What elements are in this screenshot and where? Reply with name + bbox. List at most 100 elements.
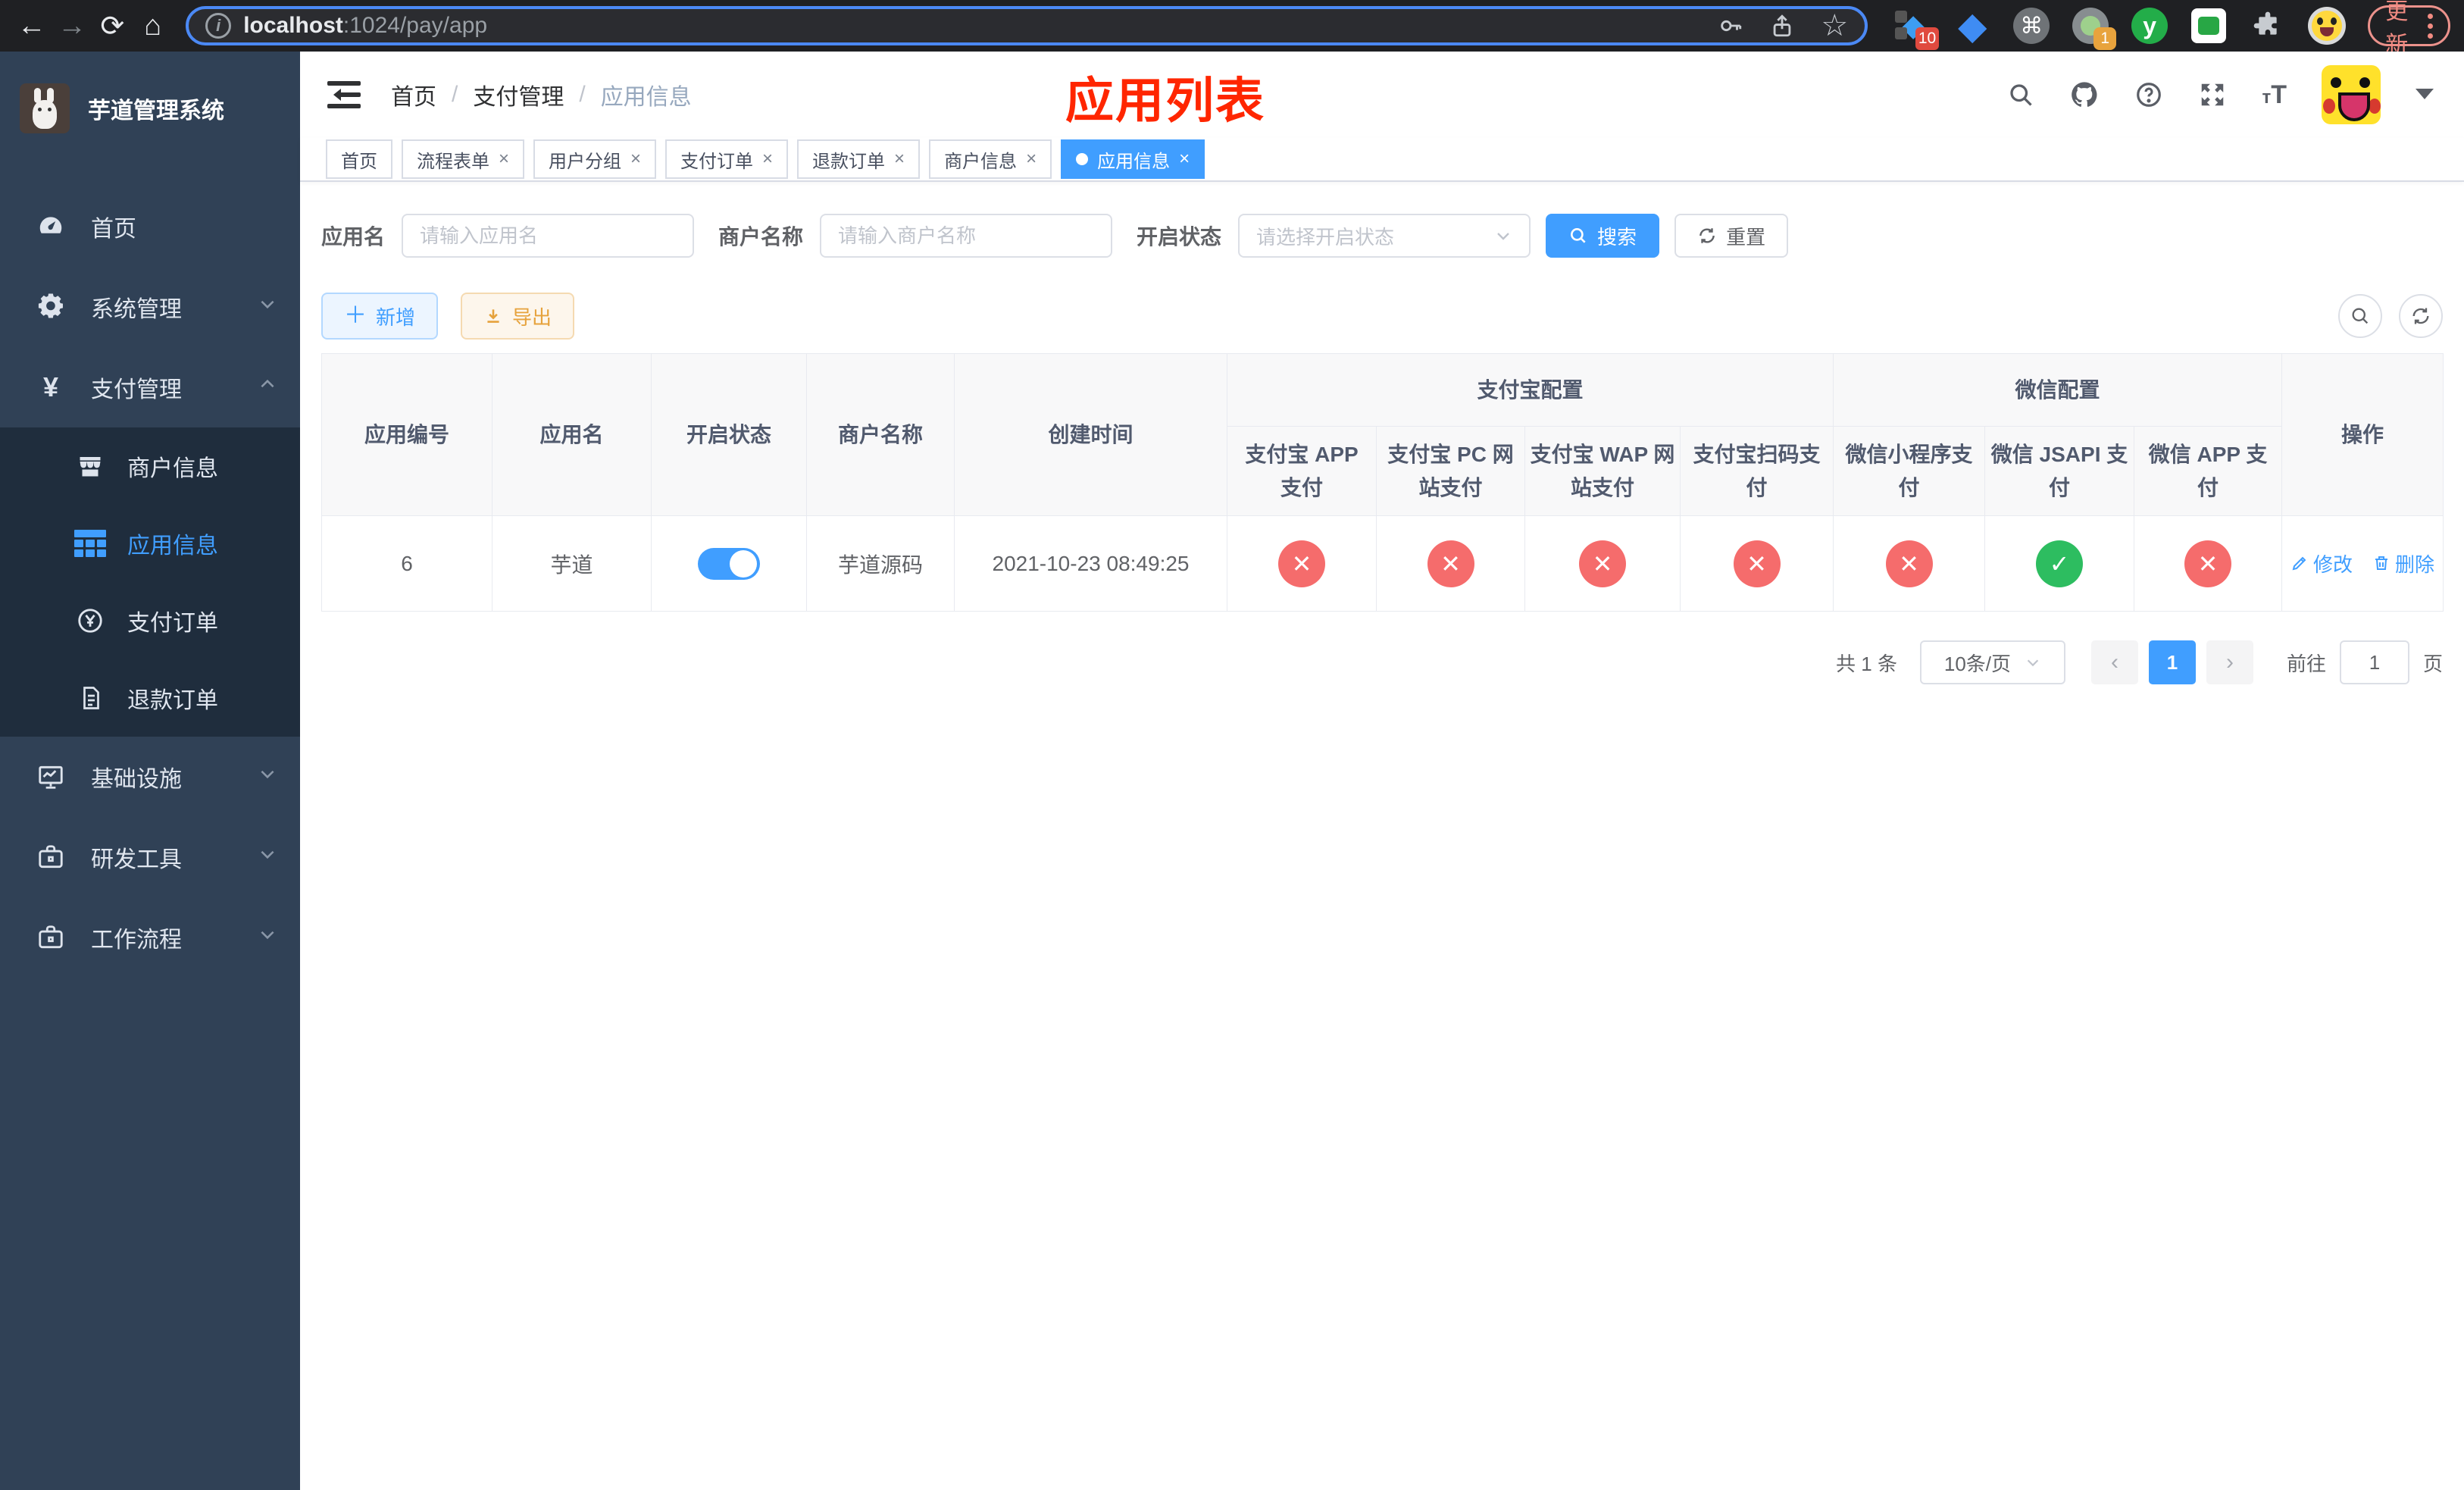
search-button[interactable]: 搜索 [1546,214,1660,258]
tab-home[interactable]: 首页 [326,139,392,179]
font-size-icon[interactable]: тT [2262,80,2287,110]
sidebar-logo-row[interactable]: 芋道管理系统 [0,52,300,165]
page-number-button[interactable]: 1 [2148,640,2196,684]
browser-forward-button[interactable]: → [54,5,89,47]
proxy-badge: 1 [2093,27,2117,50]
add-button[interactable]: ＋ 新增 [321,293,439,340]
sidebar-item-pay-orders[interactable]: 支付订单 [0,582,300,659]
proxy-extension-icon[interactable]: 1 [2071,6,2117,50]
close-icon[interactable]: × [762,149,773,170]
chevron-down-icon [258,925,277,950]
search-icon[interactable] [2007,81,2034,108]
sidebar-collapse-icon[interactable] [327,80,361,110]
puzzle-extensions-icon[interactable] [2248,6,2287,45]
avatar-caret-icon[interactable] [2416,89,2434,108]
bookmark-star-icon[interactable]: ☆ [1821,11,1848,41]
tab-pay-orders[interactable]: 支付订单 × [665,139,789,179]
tab-refund-orders[interactable]: 退款订单 × [797,139,921,179]
help-icon[interactable] [2134,80,2163,109]
briefcase-icon [33,843,68,872]
show-search-toggle-button[interactable] [2338,294,2382,338]
close-icon[interactable]: × [499,149,509,170]
browser-update-button[interactable]: 更新 [2368,0,2450,58]
address-bar[interactable]: i localhost:1024/pay/app ☆ [186,6,1868,45]
briefcase-icon [33,923,68,952]
tab-process-form[interactable]: 流程表单 × [402,139,525,179]
breadcrumb-home[interactable]: 首页 [391,78,436,111]
sidebar-item-system[interactable]: 系统管理 [0,267,300,347]
close-icon[interactable]: × [1179,149,1190,170]
tab-merchant-info[interactable]: 商户信息 × [929,139,1052,179]
payment-submenu: 商户信息 应用信息 支付订单 退款订单 [0,427,300,737]
browser-toolbar: ← → ⟳ ⌂ i localhost:1024/pay/app ☆ ◆ 10 … [0,0,2464,58]
profile-avatar-icon[interactable] [2307,6,2347,45]
command-extension-icon[interactable]: ⌘ [2012,6,2051,45]
breadcrumb: 首页 / 支付管理 / 应用信息 [391,78,692,111]
sidebar-item-workflow[interactable]: 工作流程 [0,897,300,978]
page-size-select[interactable]: 10条/页 [1919,640,2065,684]
delete-link[interactable]: 删除 [2372,549,2434,578]
url-text: localhost:1024/pay/app [243,13,488,38]
page-unit-label: 页 [2422,652,2443,675]
col-header-app-name: 应用名 [492,353,652,516]
browser-reload-button[interactable]: ⟳ [95,5,130,47]
col-header-alipay-wap: 支付宝 WAP 网站支付 [1524,426,1681,516]
close-icon[interactable]: × [630,149,641,170]
browser-menu-icon[interactable] [2428,13,2433,39]
share-icon[interactable] [1769,13,1795,39]
col-header-created: 创建时间 [954,353,1227,516]
reset-button[interactable]: 重置 [1674,214,1789,258]
refresh-table-button[interactable] [2399,294,2443,338]
user-avatar[interactable] [2322,65,2381,124]
chevron-down-icon [258,844,277,870]
table-grid-icon [73,530,108,557]
pencil-icon [2292,556,2306,571]
site-info-icon[interactable]: i [205,13,232,39]
active-dot-icon [1076,153,1089,165]
extension-badge: 10 [1915,27,1940,50]
enabled-toggle[interactable] [698,547,760,580]
merchant-name-label: 商户名称 [718,225,804,249]
next-page-button[interactable]: › [2206,640,2253,684]
sidebar-item-merchant-info[interactable]: 商户信息 [0,427,300,505]
gear-icon [33,293,68,321]
tab-app-info[interactable]: 应用信息 × [1061,139,1205,179]
sidebar-menu: 首页 系统管理 ¥ 支付管理 商户信息 应用信息 支付订单 退款订单 基础设施 … [0,186,300,978]
merchant-name-input[interactable] [820,214,1113,258]
sidebar-item-dev-tools[interactable]: 研发工具 [0,817,300,897]
y-extension-icon[interactable]: y [2130,6,2169,45]
pagination: 共 1 条 10条/页 ‹ 1 › 前往 页 [321,640,2443,684]
status-select[interactable]: 请选择开启状态 [1238,214,1531,258]
sidebar-item-refund-orders[interactable]: 退款订单 [0,659,300,737]
close-icon[interactable]: × [1026,149,1037,170]
sidebar-item-infrastructure[interactable]: 基础设施 [0,737,300,817]
col-header-wx-app: 微信 APP 支付 [2134,426,2283,516]
col-header-alipay-qr: 支付宝扫码支付 [1679,426,1834,516]
edit-link[interactable]: 修改 [2290,549,2353,578]
chevron-up-icon [258,374,277,400]
sidebar-item-payment[interactable]: ¥ 支付管理 [0,347,300,427]
fullscreen-icon[interactable] [2198,80,2227,109]
goto-page-input[interactable] [2339,640,2409,684]
app-logo [20,83,70,133]
breadcrumb-payment[interactable]: 支付管理 [473,78,564,111]
pinned-extension-icon[interactable]: ◆ 10 [1893,6,1940,50]
cell-merchant: 芋道源码 [806,515,955,612]
prev-page-button[interactable]: ‹ [2090,640,2138,684]
kite-extension-icon[interactable]: ◆ [1953,6,1992,45]
store-icon [73,452,108,480]
group-header-alipay: 支付宝配置 [1226,353,1834,427]
sidebar-item-home[interactable]: 首页 [0,186,300,267]
document-icon [73,684,108,712]
alipay-pc-status-icon [1427,540,1474,587]
chat-extension-icon[interactable] [2189,6,2228,45]
app-name-input[interactable] [402,214,695,258]
close-icon[interactable]: × [894,149,905,170]
browser-back-button[interactable]: ← [14,5,49,47]
password-key-icon[interactable] [1718,13,1743,39]
tab-user-group[interactable]: 用户分组 × [533,139,657,179]
browser-home-button[interactable]: ⌂ [135,5,170,47]
github-icon[interactable] [2069,80,2100,110]
export-button[interactable]: 导出 [461,293,575,340]
sidebar-item-app-info[interactable]: 应用信息 [0,505,300,582]
